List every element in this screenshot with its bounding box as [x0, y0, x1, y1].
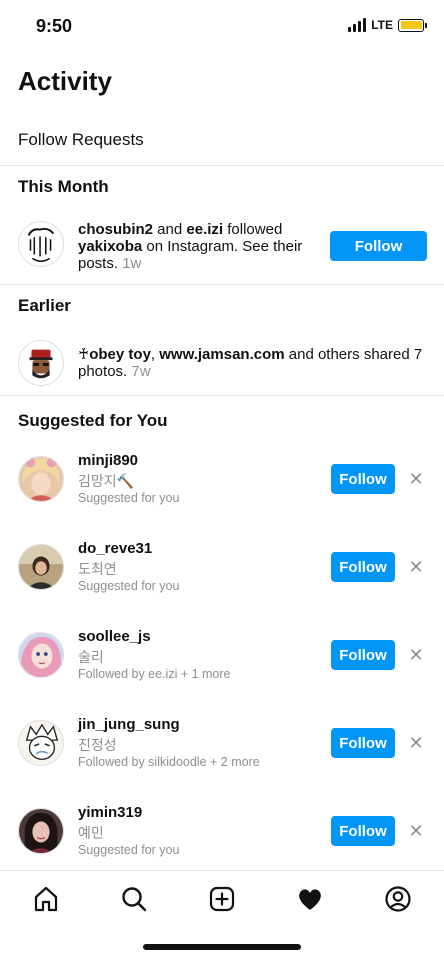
notif-joiner: and: [153, 221, 187, 238]
dismiss-icon[interactable]: ✕: [407, 557, 425, 577]
avatar-chosubin2[interactable]: [18, 221, 64, 267]
follow-button[interactable]: Follow: [331, 728, 395, 758]
status-bar: 9:50 LTE: [0, 0, 444, 54]
status-indicators: LTE: [348, 18, 427, 32]
suggestion-meta: Suggested for you: [78, 579, 180, 593]
avatar-obey-toy[interactable]: [18, 340, 64, 386]
avatar-soollee_js[interactable]: [18, 632, 64, 678]
search-icon[interactable]: [118, 883, 150, 915]
section-this-month: This Month: [18, 177, 109, 196]
activity-heart-icon[interactable]: [294, 883, 326, 915]
suggestion-meta: Suggested for you: [78, 843, 180, 857]
signal-icon: [348, 18, 367, 32]
divider: [0, 395, 444, 396]
suggestion-fullname: 김망지🔨: [78, 473, 135, 489]
follow-button[interactable]: Follow: [331, 464, 395, 494]
battery-icon: [398, 18, 427, 32]
suggestion-fullname: 도최연: [78, 561, 117, 577]
profile-icon[interactable]: [382, 883, 414, 915]
notif-user[interactable]: ee.izi: [186, 221, 223, 238]
follow-button[interactable]: Follow: [331, 816, 395, 846]
dismiss-icon[interactable]: ✕: [407, 733, 425, 753]
suggestion-username[interactable]: yimin319: [78, 804, 142, 821]
notification-text-1[interactable]: chosubin2 and ee.izi followed yakixoba o…: [78, 221, 318, 272]
avatar-photo: [19, 457, 63, 501]
avatar-minji890[interactable]: [18, 456, 64, 502]
avatar-drawing: [19, 721, 63, 765]
avatar-drawing: [19, 222, 63, 266]
new-post-icon[interactable]: [206, 883, 238, 915]
bottom-tab-bar: [0, 870, 444, 928]
avatar-drawing: [19, 341, 63, 385]
follow-button[interactable]: Follow: [330, 231, 427, 261]
follow-button[interactable]: Follow: [331, 552, 395, 582]
suggestion-meta: Followed by silkidoodle + 2 more: [78, 755, 260, 769]
follow-button[interactable]: Follow: [331, 640, 395, 670]
suggestion-fullname: 진정성: [78, 737, 117, 753]
home-indicator[interactable]: [143, 944, 301, 950]
notif-prefix: ♰: [78, 346, 90, 363]
section-suggested: Suggested for You: [18, 411, 168, 430]
suggestion-meta: Followed by ee.izi + 1 more: [78, 667, 231, 681]
notif-user[interactable]: www.jamsan.com: [159, 346, 284, 363]
divider: [0, 284, 444, 285]
notification-text-2[interactable]: ♰obey toy, www.jamsan.com and others sha…: [78, 346, 428, 380]
follow-requests-row[interactable]: Follow Requests: [0, 114, 444, 166]
follow-requests-label: Follow Requests: [18, 129, 144, 149]
suggestion-username[interactable]: soollee_js: [78, 628, 151, 645]
avatar-jin_jung_sung[interactable]: [18, 720, 64, 766]
notif-time: 7w: [127, 363, 151, 380]
avatar-photo: [19, 809, 63, 853]
suggestion-fullname: 예민: [78, 825, 104, 841]
notif-target[interactable]: yakixoba: [78, 238, 142, 255]
suggestion-fullname: 술리: [78, 649, 104, 665]
notif-user[interactable]: obey toy: [89, 346, 151, 363]
network-label: LTE: [371, 18, 393, 32]
suggestion-username[interactable]: minji890: [78, 452, 138, 469]
avatar-yimin319[interactable]: [18, 808, 64, 854]
avatar-do_reve31[interactable]: [18, 544, 64, 590]
avatar-illustration: [19, 633, 63, 677]
dismiss-icon[interactable]: ✕: [407, 469, 425, 489]
home-icon[interactable]: [30, 883, 62, 915]
avatar-photo: [19, 545, 63, 589]
notif-body: followed: [223, 221, 283, 238]
section-earlier: Earlier: [18, 296, 71, 315]
suggestion-username[interactable]: do_reve31: [78, 540, 152, 557]
notif-time: 1w: [118, 255, 142, 272]
page-title: Activity: [18, 66, 112, 96]
suggestion-username[interactable]: jin_jung_sung: [78, 716, 180, 733]
status-time: 9:50: [36, 16, 73, 36]
notif-user[interactable]: chosubin2: [78, 221, 153, 238]
notif-sep: ,: [150, 346, 160, 363]
dismiss-icon[interactable]: ✕: [407, 645, 425, 665]
suggestion-meta: Suggested for you: [78, 491, 180, 505]
dismiss-icon[interactable]: ✕: [407, 821, 425, 841]
